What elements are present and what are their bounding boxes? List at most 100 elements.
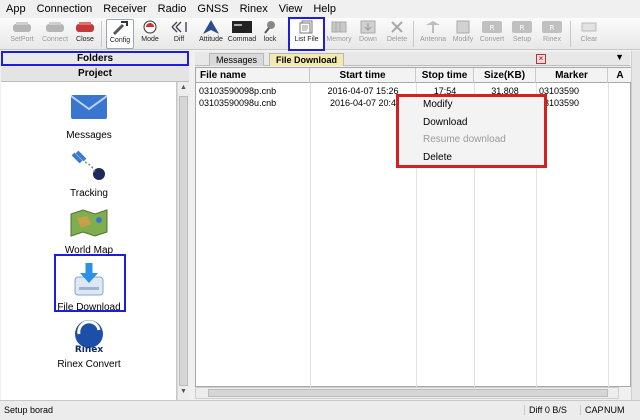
list-file-button[interactable]: List File (288, 17, 325, 51)
lock-button[interactable]: lock (258, 19, 282, 49)
command-button[interactable]: Commad (228, 19, 256, 49)
toolbar: SetPort Connect Close Config Mode Diff A… (0, 17, 640, 51)
col-file-name[interactable]: File name (196, 68, 310, 83)
horizontal-scrollbar-thumb[interactable] (208, 389, 608, 397)
status-bar: Setup borad Diff 0 B/S CAP NUM (0, 400, 640, 420)
clear-label: Clear (580, 36, 598, 43)
close-port-icon (74, 19, 96, 35)
config-label: Config (109, 37, 131, 44)
close-label: Close (76, 36, 94, 43)
envelope-icon (67, 88, 111, 126)
attitude-icon (200, 19, 222, 35)
setup-label: Setup (512, 36, 532, 43)
project-item-messages[interactable]: Messages (1, 88, 177, 141)
mode-label: Mode (141, 36, 159, 43)
rinex-setup-button[interactable]: R Setup (508, 19, 536, 49)
status-num: NUM (604, 405, 625, 415)
diff-icon (168, 19, 190, 35)
col-start-time[interactable]: Start time (310, 68, 416, 83)
setport-button[interactable]: SetPort (8, 19, 36, 49)
modify-button[interactable]: Modify (450, 19, 476, 49)
menu-rinex[interactable]: Rinex (240, 3, 268, 15)
port-icon (11, 19, 33, 35)
diff-button[interactable]: Diff (166, 19, 192, 49)
tab-messages[interactable]: Messages (209, 53, 265, 66)
delete-button[interactable]: Delete (384, 19, 410, 49)
rinex-convert-button[interactable]: R Convert (478, 19, 506, 49)
clear-icon (578, 19, 600, 35)
convert-label: Convert (479, 36, 505, 43)
menu-receiver[interactable]: Receiver (103, 3, 146, 15)
config-button[interactable]: Config (106, 19, 134, 49)
antenna-button[interactable]: Antenna (418, 19, 448, 49)
memory-button[interactable]: Memory (325, 19, 353, 49)
scroll-up-arrow-icon[interactable]: ▲ (180, 84, 187, 91)
menu-radio[interactable]: Radio (158, 3, 187, 15)
folders-header[interactable]: Folders (1, 51, 189, 66)
col-marker[interactable]: Marker (536, 68, 608, 83)
menu-connection[interactable]: Connection (37, 3, 93, 15)
menu-help[interactable]: Help (313, 3, 336, 15)
rinex-setup-icon: R (511, 19, 533, 35)
context-menu-modify[interactable]: Modify (423, 99, 452, 110)
rinex-logo-icon: Rinex (67, 317, 111, 355)
col-size[interactable]: Size(KB) (474, 68, 536, 83)
down-label: Down (359, 36, 377, 43)
diff-label: Diff (173, 36, 185, 43)
list-file-label: List File (294, 36, 319, 43)
connect-label: Connect (41, 36, 69, 43)
context-menu-delete[interactable]: Delete (423, 152, 452, 163)
memory-label: Memory (326, 36, 352, 43)
list-file-icon (296, 19, 318, 35)
modify-icon (452, 19, 474, 35)
world-map-icon (67, 203, 111, 241)
context-menu: Modify Download Resume download Delete (396, 94, 547, 168)
lock-icon (259, 19, 281, 35)
attitude-label: Attitude (199, 36, 223, 43)
antenna-icon (422, 19, 444, 35)
menu-app[interactable]: App (6, 3, 26, 15)
tab-dropdown-icon[interactable]: ▼ (615, 52, 624, 62)
right-edge-scrollbar[interactable] (631, 51, 640, 400)
attitude-button[interactable]: Attitude (196, 19, 226, 49)
setport-label: SetPort (10, 36, 34, 43)
scroll-down-arrow-icon[interactable]: ▼ (180, 388, 187, 395)
left-scrollbar[interactable]: ▲ ▼ (177, 82, 189, 400)
project-header[interactable]: Project (1, 66, 189, 82)
col-a[interactable]: A (608, 68, 632, 83)
col-stop-time[interactable]: Stop time (416, 68, 474, 83)
modify-label: Modify (452, 36, 474, 43)
rinex-icon: R (541, 19, 563, 35)
left-scrollbar-thumb[interactable] (179, 96, 188, 386)
down-button[interactable]: Down (355, 19, 381, 49)
tab-file-download[interactable]: File Download (269, 53, 345, 66)
project-item-label: Rinex Convert (57, 359, 121, 370)
project-list: Messages Tracking World Map File Downloa… (1, 82, 177, 400)
delete-label: Delete (386, 36, 408, 43)
file-download-highlight (54, 254, 126, 312)
delete-x-icon (386, 19, 408, 35)
rinex-button[interactable]: R Rinex (538, 19, 566, 49)
status-text: Setup borad (4, 405, 54, 415)
clear-button[interactable]: Clear (576, 19, 602, 49)
close-button[interactable]: Close (72, 19, 98, 49)
project-item-world-map[interactable]: World Map (1, 203, 177, 256)
cell-file-name: 03103590098p.cnb (199, 86, 277, 96)
project-item-rinex-convert[interactable]: Rinex Rinex Convert (1, 317, 177, 370)
svg-text:R: R (550, 24, 555, 32)
menu-view[interactable]: View (279, 3, 303, 15)
menu-gnss[interactable]: GNSS (197, 3, 228, 15)
connect-button[interactable]: Connect (40, 19, 70, 49)
context-menu-resume-download[interactable]: Resume download (423, 134, 506, 145)
command-label: Commad (227, 36, 257, 43)
context-menu-download[interactable]: Download (423, 117, 467, 128)
command-icon (231, 19, 253, 35)
table-horizontal-scrollbar[interactable] (195, 387, 619, 399)
svg-text:R: R (520, 24, 525, 32)
svg-text:Rinex: Rinex (75, 345, 104, 354)
antenna-label: Antenna (419, 36, 447, 43)
tab-close-icon[interactable]: × (536, 54, 546, 64)
project-item-tracking[interactable]: Tracking (1, 146, 177, 199)
table-header: File name Start time Stop time Size(KB) … (196, 68, 632, 83)
mode-button[interactable]: Mode (138, 19, 162, 49)
